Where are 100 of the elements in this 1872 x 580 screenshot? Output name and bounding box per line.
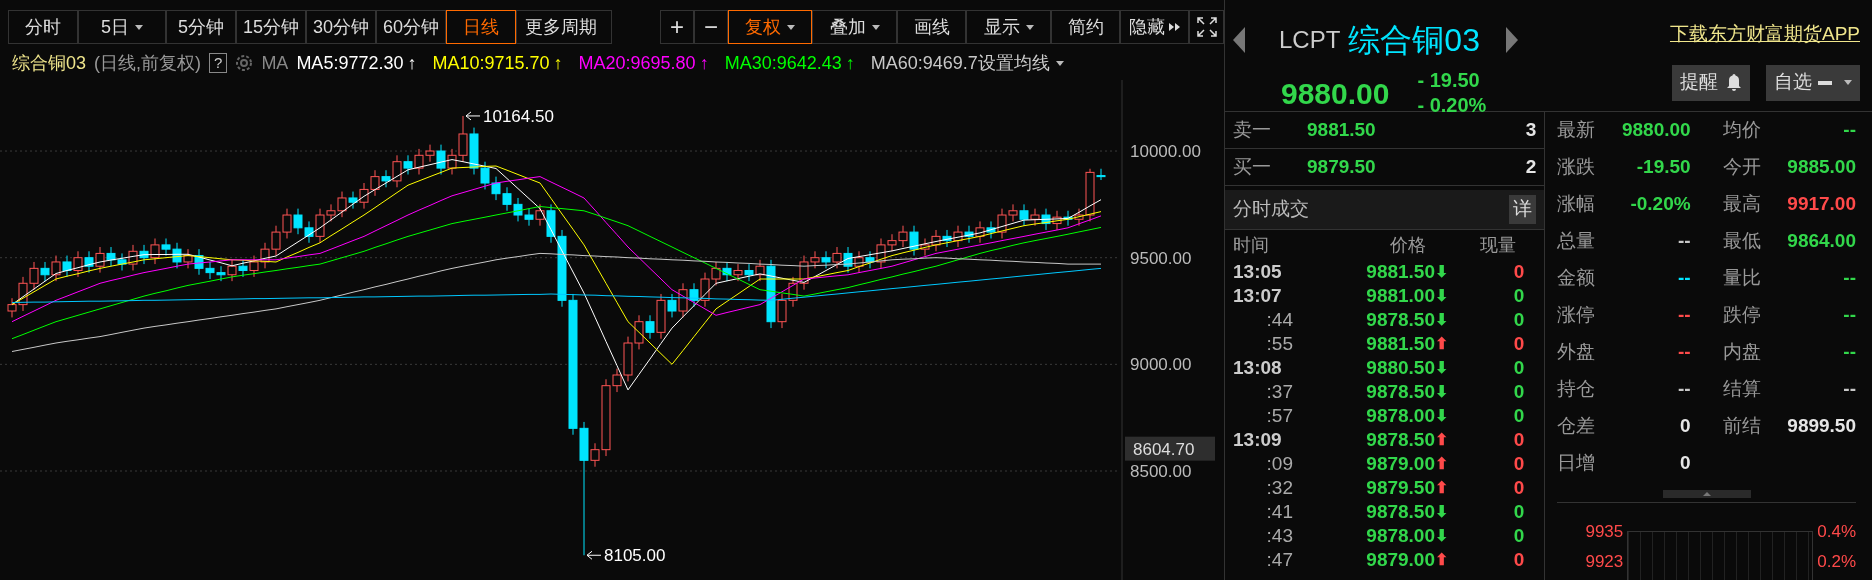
candlestick xyxy=(634,314,644,350)
collapse-handle[interactable] xyxy=(1662,490,1751,498)
trade-time: 13:08 xyxy=(1233,355,1283,380)
settings-icon[interactable] xyxy=(235,54,254,72)
candlestick xyxy=(821,250,831,269)
candlestick xyxy=(975,220,985,244)
candlestick xyxy=(524,208,534,227)
download-app-link[interactable]: 下载东方财富期货APP xyxy=(1669,20,1860,49)
section-title: 分时成交 xyxy=(1233,197,1309,222)
detail-button[interactable]: 详 xyxy=(1509,195,1537,224)
candlestick xyxy=(1063,210,1073,227)
period-tab[interactable]: 5分钟 xyxy=(166,10,236,44)
stat-value: -- xyxy=(1677,266,1691,291)
stat-label: 涨幅 xyxy=(1557,192,1596,217)
caret-icon xyxy=(1055,60,1064,66)
minus-icon xyxy=(1818,80,1832,85)
trend-arrow: ⬇ xyxy=(1435,502,1448,522)
candlestick xyxy=(260,242,270,269)
candlestick xyxy=(931,229,941,252)
candlestick xyxy=(282,208,292,239)
candlestick xyxy=(183,248,193,269)
candlestick xyxy=(271,225,281,257)
period-tab[interactable]: 5日 xyxy=(78,10,166,44)
watchlist-button[interactable]: 自选 xyxy=(1766,64,1860,101)
trade-volume: 0 xyxy=(1512,355,1526,380)
candlestick xyxy=(249,255,259,278)
trade-volume: 0 xyxy=(1512,331,1526,356)
toolbar-button[interactable]: 隐藏 xyxy=(1120,10,1190,44)
candlestick xyxy=(29,261,39,291)
stat-label: 今开 xyxy=(1722,155,1761,180)
toolbar-button[interactable]: 叠加 xyxy=(812,10,898,44)
double-chevron-icon xyxy=(1168,23,1181,31)
candlestick xyxy=(898,225,908,248)
ma-label: MA xyxy=(261,51,289,75)
toolbar-button[interactable]: 简约 xyxy=(1050,10,1121,44)
candlestick xyxy=(788,276,798,308)
trade-time: :09 xyxy=(1265,451,1293,476)
trade-time: :32 xyxy=(1265,475,1293,500)
candlestick xyxy=(84,250,94,274)
candlestick xyxy=(1052,210,1062,231)
stat-value: -- xyxy=(1843,118,1856,143)
period-tab[interactable]: 更多周期 xyxy=(516,10,613,44)
order-price: 9879.50 xyxy=(1307,154,1377,179)
trade-volume: 0 xyxy=(1512,499,1526,524)
candlestick xyxy=(953,225,963,248)
candlestick xyxy=(1041,208,1051,231)
previous-icon[interactable] xyxy=(1233,27,1247,53)
trade-time: 13:05 xyxy=(1233,259,1283,284)
trade-time: :57 xyxy=(1265,403,1293,428)
price-axis-label: 9500.00 xyxy=(1130,248,1192,268)
last-price: 9880.00 xyxy=(1281,75,1390,112)
toolbar-button[interactable]: − xyxy=(694,10,728,44)
candlestick xyxy=(832,246,842,269)
stat-label: 均价 xyxy=(1722,118,1761,143)
trade-volume: 0 xyxy=(1512,451,1526,476)
trade-price: 9879.00 xyxy=(1366,451,1435,476)
trade-price: 9878.00 xyxy=(1366,403,1435,428)
ma-settings-button[interactable]: 设置均线 xyxy=(977,49,1064,77)
period-tab[interactable]: 15分钟 xyxy=(236,10,306,44)
order-volume: 3 xyxy=(1525,117,1537,142)
candlestick xyxy=(689,282,699,308)
stat-value: 9864.00 xyxy=(1787,229,1856,254)
toolbar-button[interactable]: 复权 xyxy=(727,10,813,44)
candlestick xyxy=(51,255,61,282)
next-icon[interactable] xyxy=(1503,27,1518,53)
candlestick xyxy=(337,191,347,218)
percent-change: - 0.20% xyxy=(1417,93,1487,118)
stat-value: -- xyxy=(1843,266,1856,291)
trade-time: 13:07 xyxy=(1233,283,1283,308)
toolbar-button[interactable]: 画线 xyxy=(897,10,967,44)
candlestick xyxy=(513,197,523,222)
help-button[interactable]: ? xyxy=(209,52,228,74)
alert-button[interactable]: 提醒 xyxy=(1672,64,1750,101)
stat-label: 最高 xyxy=(1722,192,1761,217)
instrument-code: LCPT xyxy=(1279,25,1341,55)
period-tab[interactable]: 30分钟 xyxy=(306,10,376,44)
period-tab[interactable]: 日线 xyxy=(446,10,516,44)
candlestick xyxy=(238,259,248,278)
trade-price: 9878.50 xyxy=(1366,499,1435,524)
period-tab[interactable]: 60分钟 xyxy=(376,10,446,44)
candlestick xyxy=(227,259,237,282)
trend-arrow: ↑ xyxy=(845,51,855,75)
stat-label: 最新 xyxy=(1557,118,1596,143)
candlestick xyxy=(73,250,83,278)
fullscreen-button[interactable] xyxy=(1189,10,1224,44)
chart-mode: (日线,前复权) xyxy=(94,51,202,75)
trade-price: 9878.50 xyxy=(1366,307,1435,332)
trade-time: :47 xyxy=(1265,547,1293,572)
stat-label: 最低 xyxy=(1722,229,1761,254)
stat-label: 日增 xyxy=(1557,451,1596,476)
candlestick xyxy=(843,246,853,274)
candlestick xyxy=(216,265,226,282)
trend-arrow: ↑ xyxy=(699,51,709,75)
price-axis-label: 10000.00 xyxy=(1130,142,1201,162)
period-tab[interactable]: 分时 xyxy=(8,10,78,44)
trade-time: :37 xyxy=(1265,379,1293,404)
candlestick xyxy=(733,263,743,282)
toolbar-button[interactable]: 显示 xyxy=(966,10,1051,44)
trend-arrow: ⬇ xyxy=(1435,286,1448,306)
toolbar-button[interactable]: + xyxy=(660,10,694,44)
